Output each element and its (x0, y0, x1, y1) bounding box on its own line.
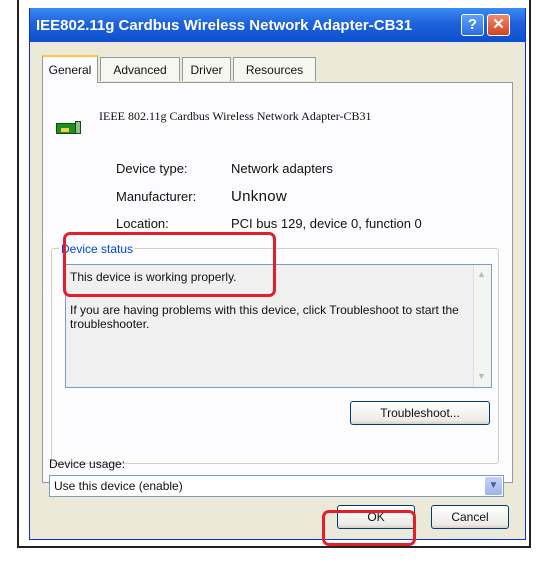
tab-advanced[interactable]: Advanced (100, 57, 180, 81)
device-type-label: Device type: (116, 161, 188, 176)
status-help-text: If you are having problems with this dev… (70, 303, 459, 331)
help-button[interactable]: ? (461, 14, 484, 36)
device-usage-label: Device usage: (49, 457, 126, 471)
device-usage-select[interactable]: Use this device (enable) ▼ (49, 475, 504, 497)
frame-right-border (529, 0, 531, 548)
tab-driver[interactable]: Driver (182, 57, 231, 81)
tab-resources[interactable]: Resources (233, 57, 316, 81)
tab-general[interactable]: General (42, 55, 98, 83)
device-type-value: Network adapters (231, 161, 333, 176)
frame-left-border (17, 0, 19, 548)
title-bar[interactable]: IEE802.11g Cardbus Wireless Network Adap… (30, 8, 525, 42)
properties-dialog: IEE802.11g Cardbus Wireless Network Adap… (29, 8, 526, 546)
device-usage-value: Use this device (enable) (54, 479, 183, 493)
scroll-up-icon[interactable]: ▲ (477, 269, 486, 279)
status-scrollbar[interactable]: ▲ ▼ (473, 265, 491, 387)
status-highlight-annotation (63, 232, 276, 297)
close-button[interactable]: ✕ (487, 14, 510, 36)
window-title: IEE802.11g Cardbus Wireless Network Adap… (36, 17, 413, 34)
chevron-down-icon[interactable]: ▼ (485, 477, 502, 495)
location-label: Location: (116, 216, 169, 231)
manufacturer-value: Unknow (231, 188, 287, 205)
location-value: PCI bus 129, device 0, function 0 (231, 216, 422, 231)
manufacturer-label: Manufacturer: (116, 189, 197, 204)
troubleshoot-button[interactable]: Troubleshoot... (350, 401, 490, 425)
frame-bottom-border (17, 546, 531, 548)
ok-highlight-annotation (322, 510, 416, 546)
device-name: IEEE 802.11g Cardbus Wireless Network Ad… (99, 109, 372, 123)
cancel-button[interactable]: Cancel (431, 505, 509, 529)
scroll-down-icon[interactable]: ▼ (477, 371, 486, 381)
network-card-icon (56, 121, 81, 134)
